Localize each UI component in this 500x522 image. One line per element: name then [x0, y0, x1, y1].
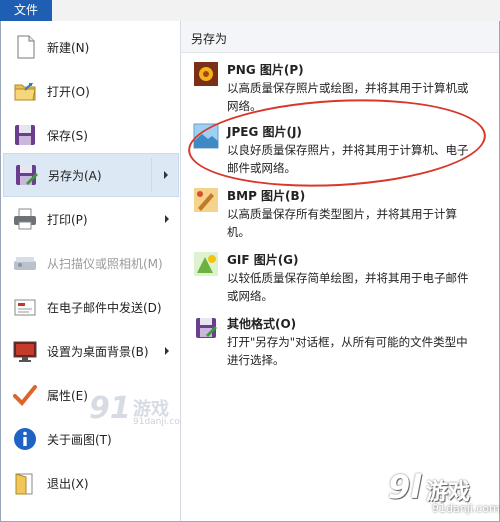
menu-item-label: 打开(O)	[47, 84, 90, 99]
save-as-icon	[16, 165, 38, 185]
format-description: 以较低质量保存简单绘图，并将其用于电子邮件或网络。	[227, 271, 469, 303]
file-menu-dropdown: 新建(N) 打开(O) 保存(S) 另存为(A) 打印(P) 从扫描仪或照相机(…	[0, 21, 500, 522]
other-format-icon	[196, 318, 217, 338]
scanner-icon	[14, 257, 36, 270]
printer-icon	[14, 208, 36, 230]
format-description: 以高质量保存所有类型图片，并将其用于计算机。	[227, 207, 457, 239]
menu-item-email[interactable]: 在电子邮件中发送(D)	[3, 285, 179, 329]
menu-item-label: 属性(E)	[47, 388, 88, 403]
menu-item-exit[interactable]: 退出(X)	[3, 461, 179, 505]
save-as-submenu: 另存为 PNG 图片(P) 以高质量保存照片或绘图，并将其用于计算机或网络。 J…	[181, 21, 499, 521]
menu-item-label: 退出(X)	[47, 476, 89, 491]
menu-item-desktop-background[interactable]: 设置为桌面背景(B)	[3, 329, 179, 373]
chevron-right-icon[interactable]	[164, 171, 168, 179]
file-menu-left-pane: 新建(N) 打开(O) 保存(S) 另存为(A) 打印(P) 从扫描仪或照相机(…	[1, 21, 188, 521]
format-description: 打开"另存为"对话框，从所有可能的文件类型中进行选择。	[227, 335, 468, 367]
menu-item-label: 打印(P)	[47, 212, 88, 227]
email-icon	[14, 299, 36, 316]
menu-item-new[interactable]: 新建(N)	[3, 25, 179, 69]
save-as-bmp[interactable]: BMP 图片(B) 以高质量保存所有类型图片，并将其用于计算机。	[181, 183, 499, 241]
desktop-icon	[13, 341, 37, 362]
file-menu-tab[interactable]: 文件	[0, 0, 52, 21]
format-title: PNG 图片(P)	[227, 63, 304, 77]
menu-item-label: 在电子邮件中发送(D)	[47, 300, 162, 315]
gif-shapes-icon	[194, 252, 218, 276]
format-title: 其他格式(O)	[227, 317, 297, 331]
save-as-gif[interactable]: GIF 图片(G) 以较低质量保存简单绘图，并将其用于电子邮件或网络。	[181, 247, 499, 305]
exit-icon	[15, 473, 33, 495]
submenu-divider	[151, 158, 152, 192]
format-title: GIF 图片(G)	[227, 253, 299, 267]
menu-item-save[interactable]: 保存(S)	[3, 113, 179, 157]
format-title: BMP 图片(B)	[227, 189, 306, 203]
png-flower-icon	[194, 62, 218, 86]
save-icon	[15, 125, 35, 145]
menu-item-label: 新建(N)	[47, 40, 90, 55]
checkmark-icon	[13, 385, 37, 406]
watermark-url: 91danji.com	[432, 502, 500, 515]
menu-item-label: 关于画图(T)	[47, 432, 112, 447]
menu-item-label: 从扫描仪或照相机(M)	[47, 256, 163, 271]
chevron-right-icon[interactable]	[165, 347, 169, 355]
info-icon	[14, 428, 36, 450]
watermark-number: 9l	[388, 468, 422, 506]
chevron-right-icon[interactable]	[165, 215, 169, 223]
menu-item-save-as[interactable]: 另存为(A)	[3, 153, 179, 197]
menu-item-scanner[interactable]: 从扫描仪或照相机(M)	[3, 241, 179, 285]
menu-item-label: 设置为桌面背景(B)	[47, 344, 149, 359]
submenu-header: 另存为	[181, 21, 499, 53]
menu-item-open[interactable]: 打开(O)	[3, 69, 179, 113]
watermark-logo-corner: 9l 游戏 91danji.com	[388, 468, 500, 518]
submenu-title: 另存为	[191, 32, 228, 46]
ribbon-bar: 文件	[0, 0, 500, 21]
new-doc-icon	[17, 35, 35, 59]
menu-item-label: 另存为(A)	[48, 168, 102, 183]
bmp-paint-icon	[194, 188, 218, 212]
folder-icon	[14, 83, 36, 101]
menu-item-label: 保存(S)	[47, 128, 88, 143]
save-as-other-format[interactable]: 其他格式(O) 打开"另存为"对话框，从所有可能的文件类型中进行选择。	[181, 311, 499, 369]
menu-item-print[interactable]: 打印(P)	[3, 197, 179, 241]
watermark-number: 91	[89, 391, 131, 426]
